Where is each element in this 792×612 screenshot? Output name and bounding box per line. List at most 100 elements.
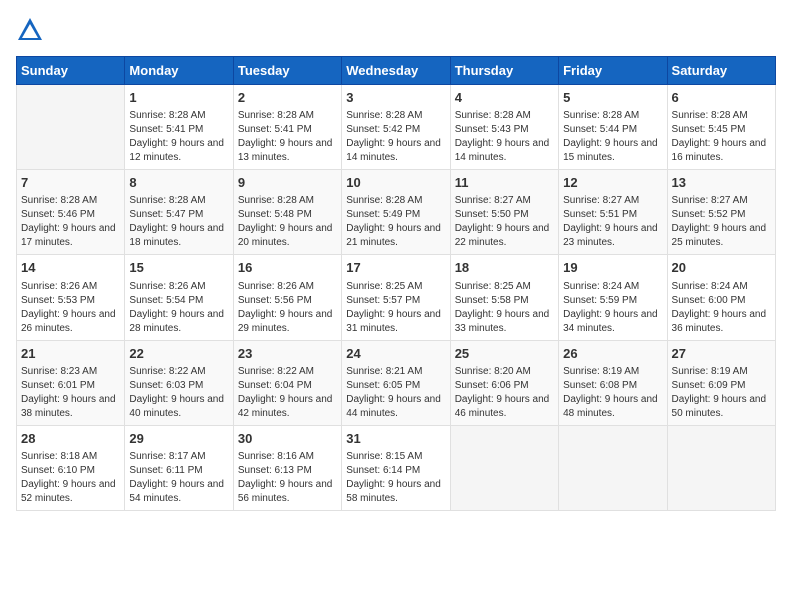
calendar-table: SundayMondayTuesdayWednesdayThursdayFrid…	[16, 56, 776, 511]
day-info: Sunrise: 8:25 AMSunset: 5:57 PMDaylight:…	[346, 280, 445, 336]
day-number: 19	[563, 259, 662, 277]
calendar-cell: 13 Sunrise: 8:27 AMSunset: 5:52 PMDayligh…	[667, 170, 775, 255]
day-number: 6	[672, 89, 771, 107]
calendar-cell: 17 Sunrise: 8:25 AMSunset: 5:57 PMDayligh…	[342, 255, 450, 340]
calendar-cell: 9 Sunrise: 8:28 AMSunset: 5:48 PMDaylight…	[233, 170, 341, 255]
calendar-cell: 7 Sunrise: 8:28 AMSunset: 5:46 PMDaylight…	[17, 170, 125, 255]
calendar-cell: 20 Sunrise: 8:24 AMSunset: 6:00 PMDayligh…	[667, 255, 775, 340]
day-info: Sunrise: 8:27 AMSunset: 5:50 PMDaylight:…	[455, 194, 554, 250]
day-number: 14	[21, 259, 120, 277]
logo-icon	[16, 16, 44, 44]
calendar-cell: 23 Sunrise: 8:22 AMSunset: 6:04 PMDayligh…	[233, 340, 341, 425]
day-info: Sunrise: 8:19 AMSunset: 6:08 PMDaylight:…	[563, 365, 662, 421]
calendar-cell: 18 Sunrise: 8:25 AMSunset: 5:58 PMDayligh…	[450, 255, 558, 340]
day-info: Sunrise: 8:28 AMSunset: 5:48 PMDaylight:…	[238, 194, 337, 250]
calendar-cell: 22 Sunrise: 8:22 AMSunset: 6:03 PMDayligh…	[125, 340, 233, 425]
day-number: 25	[455, 345, 554, 363]
calendar-cell: 3 Sunrise: 8:28 AMSunset: 5:42 PMDaylight…	[342, 85, 450, 170]
logo	[16, 16, 48, 44]
calendar-cell: 16 Sunrise: 8:26 AMSunset: 5:56 PMDayligh…	[233, 255, 341, 340]
day-info: Sunrise: 8:16 AMSunset: 6:13 PMDaylight:…	[238, 450, 337, 506]
header-thursday: Thursday	[450, 57, 558, 85]
day-number: 13	[672, 174, 771, 192]
day-number: 4	[455, 89, 554, 107]
day-info: Sunrise: 8:24 AMSunset: 5:59 PMDaylight:…	[563, 280, 662, 336]
calendar-cell: 14 Sunrise: 8:26 AMSunset: 5:53 PMDayligh…	[17, 255, 125, 340]
day-number: 9	[238, 174, 337, 192]
day-info: Sunrise: 8:25 AMSunset: 5:58 PMDaylight:…	[455, 280, 554, 336]
calendar-week-row: 21 Sunrise: 8:23 AMSunset: 6:01 PMDayligh…	[17, 340, 776, 425]
day-number: 7	[21, 174, 120, 192]
calendar-cell	[450, 425, 558, 510]
calendar-cell: 28 Sunrise: 8:18 AMSunset: 6:10 PMDayligh…	[17, 425, 125, 510]
header-monday: Monday	[125, 57, 233, 85]
day-info: Sunrise: 8:19 AMSunset: 6:09 PMDaylight:…	[672, 365, 771, 421]
calendar-cell: 5 Sunrise: 8:28 AMSunset: 5:44 PMDaylight…	[559, 85, 667, 170]
calendar-cell: 21 Sunrise: 8:23 AMSunset: 6:01 PMDayligh…	[17, 340, 125, 425]
calendar-header-row: SundayMondayTuesdayWednesdayThursdayFrid…	[17, 57, 776, 85]
day-info: Sunrise: 8:17 AMSunset: 6:11 PMDaylight:…	[129, 450, 228, 506]
header-sunday: Sunday	[17, 57, 125, 85]
day-info: Sunrise: 8:27 AMSunset: 5:51 PMDaylight:…	[563, 194, 662, 250]
header-friday: Friday	[559, 57, 667, 85]
day-info: Sunrise: 8:21 AMSunset: 6:05 PMDaylight:…	[346, 365, 445, 421]
header-saturday: Saturday	[667, 57, 775, 85]
day-number: 11	[455, 174, 554, 192]
calendar-cell: 12 Sunrise: 8:27 AMSunset: 5:51 PMDayligh…	[559, 170, 667, 255]
calendar-week-row: 28 Sunrise: 8:18 AMSunset: 6:10 PMDayligh…	[17, 425, 776, 510]
day-number: 18	[455, 259, 554, 277]
day-number: 23	[238, 345, 337, 363]
day-number: 22	[129, 345, 228, 363]
calendar-cell: 26 Sunrise: 8:19 AMSunset: 6:08 PMDayligh…	[559, 340, 667, 425]
day-number: 21	[21, 345, 120, 363]
day-number: 30	[238, 430, 337, 448]
day-number: 3	[346, 89, 445, 107]
calendar-cell	[559, 425, 667, 510]
day-number: 27	[672, 345, 771, 363]
day-info: Sunrise: 8:28 AMSunset: 5:46 PMDaylight:…	[21, 194, 120, 250]
day-number: 16	[238, 259, 337, 277]
day-info: Sunrise: 8:27 AMSunset: 5:52 PMDaylight:…	[672, 194, 771, 250]
calendar-cell: 8 Sunrise: 8:28 AMSunset: 5:47 PMDaylight…	[125, 170, 233, 255]
day-info: Sunrise: 8:24 AMSunset: 6:00 PMDaylight:…	[672, 280, 771, 336]
day-number: 8	[129, 174, 228, 192]
day-info: Sunrise: 8:28 AMSunset: 5:42 PMDaylight:…	[346, 109, 445, 165]
calendar-week-row: 1Sunrise: 8:28 AMSunset: 5:41 PMDaylight…	[17, 85, 776, 170]
day-info: Sunrise: 8:28 AMSunset: 5:47 PMDaylight:…	[129, 194, 228, 250]
day-info: Sunrise: 8:22 AMSunset: 6:04 PMDaylight:…	[238, 365, 337, 421]
calendar-cell: 10Sunrise: 8:28 AMSunset: 5:49 PMDayligh…	[342, 170, 450, 255]
day-number: 20	[672, 259, 771, 277]
calendar-cell: 19 Sunrise: 8:24 AMSunset: 5:59 PMDayligh…	[559, 255, 667, 340]
day-number: 5	[563, 89, 662, 107]
day-info: Sunrise: 8:22 AMSunset: 6:03 PMDaylight:…	[129, 365, 228, 421]
day-info: Sunrise: 8:28 AMSunset: 5:45 PMDaylight:…	[672, 109, 771, 165]
day-number: 24	[346, 345, 445, 363]
day-info: Sunrise: 8:28 AMSunset: 5:43 PMDaylight:…	[455, 109, 554, 165]
calendar-cell: 1Sunrise: 8:28 AMSunset: 5:41 PMDaylight…	[125, 85, 233, 170]
day-number: 31	[346, 430, 445, 448]
day-info: Sunrise: 8:20 AMSunset: 6:06 PMDaylight:…	[455, 365, 554, 421]
day-info: Sunrise: 8:26 AMSunset: 5:56 PMDaylight:…	[238, 280, 337, 336]
calendar-cell: 2Sunrise: 8:28 AMSunset: 5:41 PMDaylight…	[233, 85, 341, 170]
calendar-cell: 25 Sunrise: 8:20 AMSunset: 6:06 PMDayligh…	[450, 340, 558, 425]
calendar-cell: 11 Sunrise: 8:27 AMSunset: 5:50 PMDayligh…	[450, 170, 558, 255]
calendar-cell: 30 Sunrise: 8:16 AMSunset: 6:13 PMDayligh…	[233, 425, 341, 510]
day-info: Sunrise: 8:26 AMSunset: 5:53 PMDaylight:…	[21, 280, 120, 336]
calendar-cell	[667, 425, 775, 510]
header-tuesday: Tuesday	[233, 57, 341, 85]
day-info: Sunrise: 8:15 AMSunset: 6:14 PMDaylight:…	[346, 450, 445, 506]
header	[16, 16, 776, 44]
day-info: Sunrise: 8:18 AMSunset: 6:10 PMDaylight:…	[21, 450, 120, 506]
day-number: 26	[563, 345, 662, 363]
day-info: Sunrise: 8:28 AMSunset: 5:41 PMDaylight:…	[129, 109, 228, 165]
calendar-cell: 15Sunrise: 8:26 AMSunset: 5:54 PMDayligh…	[125, 255, 233, 340]
calendar-cell: 29Sunrise: 8:17 AMSunset: 6:11 PMDayligh…	[125, 425, 233, 510]
day-info: Sunrise: 8:23 AMSunset: 6:01 PMDaylight:…	[21, 365, 120, 421]
calendar-cell: 27 Sunrise: 8:19 AMSunset: 6:09 PMDayligh…	[667, 340, 775, 425]
day-number: 28	[21, 430, 120, 448]
day-number: 17	[346, 259, 445, 277]
calendar-cell: 31 Sunrise: 8:15 AMSunset: 6:14 PMDayligh…	[342, 425, 450, 510]
day-number: 12	[563, 174, 662, 192]
day-info: Sunrise: 8:28 AMSunset: 5:44 PMDaylight:…	[563, 109, 662, 165]
calendar-cell: 6 Sunrise: 8:28 AMSunset: 5:45 PMDaylight…	[667, 85, 775, 170]
